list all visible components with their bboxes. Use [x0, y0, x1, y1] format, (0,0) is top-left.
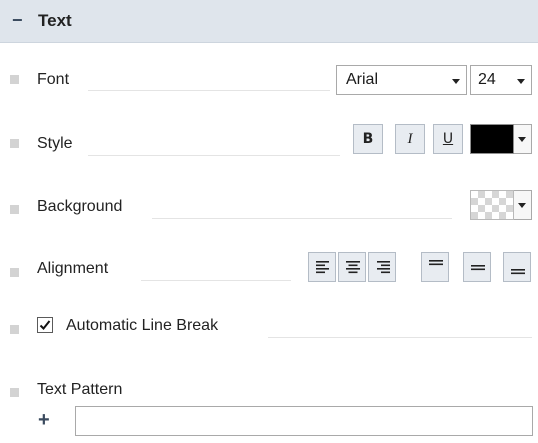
align-right-button[interactable]	[368, 252, 396, 282]
background-label: Background	[37, 198, 123, 215]
font-size-select[interactable]: 24	[470, 65, 532, 95]
chevron-down-icon	[518, 137, 526, 142]
line-break-label: Automatic Line Break	[66, 317, 219, 334]
text-color-dropdown[interactable]	[514, 124, 532, 154]
text-pattern-label: Text Pattern	[37, 381, 123, 398]
font-label: Font	[37, 71, 70, 88]
checkmark-icon	[39, 320, 51, 330]
row-leader-line	[88, 90, 330, 91]
style-label: Style	[37, 135, 73, 152]
background-color-dropdown[interactable]	[514, 190, 532, 220]
align-center-icon	[346, 261, 360, 274]
align-center-button[interactable]	[338, 252, 366, 282]
alignment-label: Alignment	[37, 260, 109, 277]
text-color-swatch[interactable]	[470, 124, 514, 154]
row-bullet	[10, 325, 19, 334]
row-leader-line	[268, 337, 532, 338]
chevron-down-icon	[518, 203, 526, 208]
align-bottom-icon	[511, 269, 525, 275]
text-section-header[interactable]: − Text	[0, 0, 538, 43]
align-left-icon	[316, 261, 329, 274]
font-size-value: 24	[478, 71, 496, 88]
section-title: Text	[38, 11, 72, 30]
bold-button[interactable]: B	[353, 124, 383, 154]
row-bullet	[10, 75, 19, 84]
align-top-icon	[429, 260, 443, 266]
align-middle-button[interactable]	[463, 252, 491, 282]
row-leader-line	[152, 218, 452, 219]
align-top-button[interactable]	[421, 252, 449, 282]
row-leader-line	[88, 155, 340, 156]
align-middle-icon	[471, 265, 485, 271]
plus-icon[interactable]: +	[38, 410, 50, 430]
chevron-down-icon	[517, 79, 525, 84]
align-left-button[interactable]	[308, 252, 336, 282]
align-right-icon	[377, 261, 390, 274]
text-pattern-input[interactable]	[75, 406, 533, 436]
row-bullet	[10, 268, 19, 277]
row-bullet	[10, 205, 19, 214]
row-bullet	[10, 139, 19, 148]
font-family-value: Arial	[346, 71, 379, 88]
background-color-swatch[interactable]	[470, 190, 514, 220]
align-bottom-button[interactable]	[503, 252, 531, 282]
chevron-down-icon	[452, 79, 460, 84]
font-family-select[interactable]: Arial	[336, 65, 467, 95]
line-break-checkbox[interactable]	[37, 317, 53, 333]
underline-button[interactable]: U	[433, 124, 463, 154]
row-leader-line	[141, 280, 291, 281]
italic-button[interactable]: I	[395, 124, 425, 154]
row-bullet	[10, 388, 19, 397]
minus-icon[interactable]: −	[12, 10, 23, 30]
